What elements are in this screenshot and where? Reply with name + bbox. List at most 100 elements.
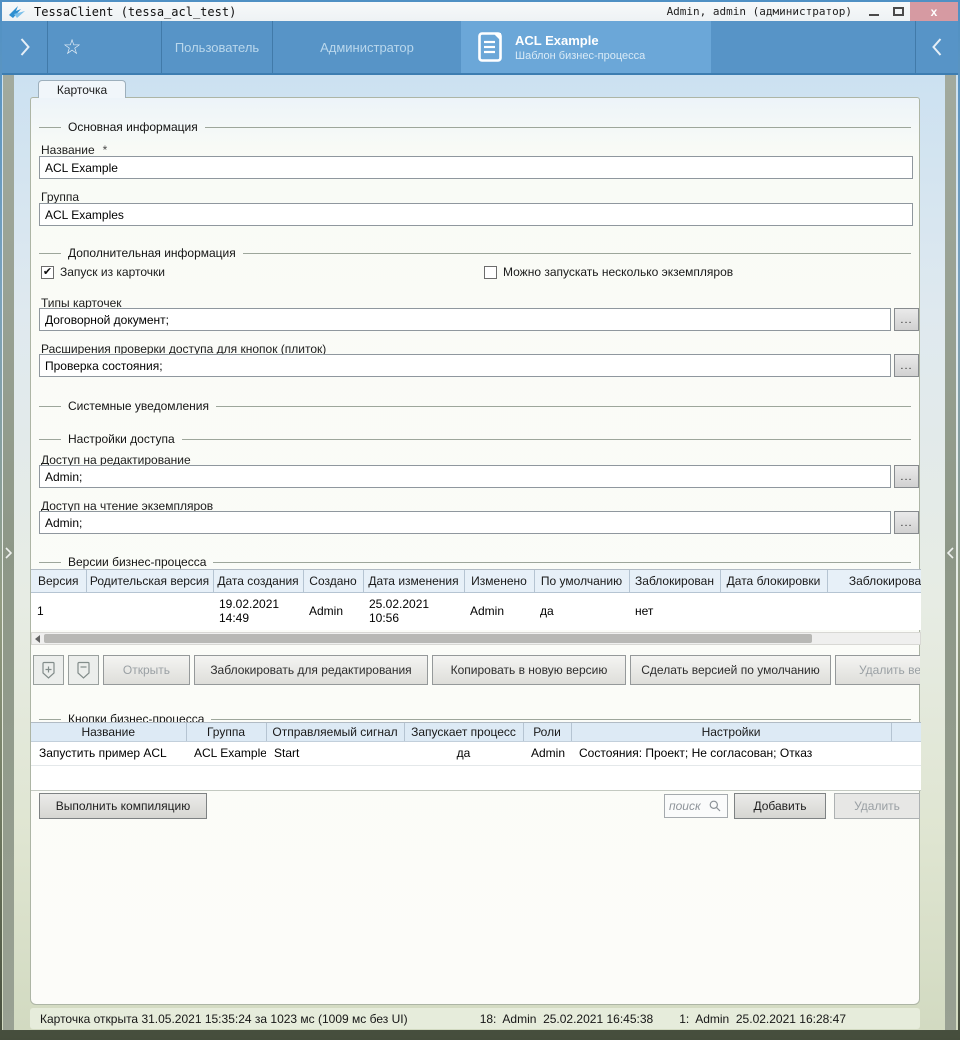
search-input[interactable]	[669, 799, 709, 813]
chevron-left-icon	[932, 38, 942, 56]
cell-roles[interactable]: Admin	[523, 741, 571, 765]
statusbar: Карточка открыта 31.05.2021 15:35:24 за …	[30, 1008, 920, 1029]
favorites-button[interactable]: ☆	[48, 21, 96, 73]
cell-modified-date[interactable]: 25.02.2021 10:56	[363, 592, 464, 630]
group-field-label: Группа	[41, 190, 79, 204]
chevron-left-icon	[947, 547, 954, 559]
close-button[interactable]: x	[910, 2, 958, 21]
read-access-input[interactable]: Admin;	[39, 511, 891, 534]
column-header[interactable]: Заблокирован	[629, 570, 720, 592]
cell-is-default[interactable]: да	[534, 592, 629, 630]
column-header[interactable]: Версия	[31, 570, 86, 592]
scroll-left-arrow[interactable]	[32, 635, 42, 643]
cell-starts-process[interactable]: да	[404, 741, 523, 765]
column-header[interactable]: Отправляемый сигнал	[266, 723, 404, 741]
cell-lock-date[interactable]	[720, 592, 827, 630]
minimize-button[interactable]	[862, 2, 886, 21]
section-main-info: Основная информация	[39, 120, 911, 134]
process-button-row[interactable]: Запустить пример ACL ACL Example Start д…	[31, 741, 921, 765]
cell-settings[interactable]: Состояния: Проект; Не согласован; Отказ	[571, 741, 891, 765]
card-types-input[interactable]: Договорной документ;	[39, 308, 891, 331]
launch-from-card-checkbox[interactable]: ✔ Запуск из карточки	[41, 265, 165, 279]
access-extensions-input[interactable]: Проверка состояния;	[39, 354, 891, 377]
versions-table: Версия Родительская версия Дата создания…	[31, 569, 921, 630]
column-header[interactable]: Название	[31, 723, 186, 741]
cell-locked-by[interactable]	[827, 592, 921, 630]
edit-access-ellipsis-button[interactable]: ...	[894, 465, 919, 488]
name-input[interactable]: ACL Example	[39, 156, 913, 179]
titlebar-user-info: Admin, admin (администратор)	[667, 5, 852, 18]
access-extensions-ellipsis-button[interactable]: ...	[894, 354, 919, 377]
tab-admin[interactable]: Администратор	[273, 21, 461, 73]
version-table-row[interactable]: 1 19.02.2021 14:49 Admin 25.02.2021 10:5…	[31, 592, 921, 630]
column-header[interactable]: Дата изменения	[363, 570, 464, 592]
copy-to-new-version-button[interactable]: Копировать в новую версию	[432, 655, 626, 685]
delete-version-button[interactable]: Удалить ве	[835, 655, 920, 685]
checkbox-label: Запуск из карточки	[60, 265, 165, 279]
compile-button[interactable]: Выполнить компиляцию	[39, 793, 207, 819]
cell-created-date[interactable]: 19.02.2021 14:49	[213, 592, 303, 630]
left-splitter[interactable]	[3, 75, 14, 1030]
nav-back-button[interactable]	[916, 21, 958, 73]
group-input[interactable]: ACL Examples	[39, 203, 913, 226]
cell-button-name[interactable]: Запустить пример ACL	[31, 741, 186, 765]
bottom-actions-row: Выполнить компиляцию Добавить Удалить	[31, 793, 921, 820]
maximize-button[interactable]	[886, 2, 910, 21]
process-buttons-table: Название Группа Отправляемый сигнал Запу…	[31, 722, 921, 791]
cell-modified-by[interactable]: Admin	[464, 592, 534, 630]
section-system-notifications: Системные уведомления	[39, 399, 911, 413]
minimize-icon	[869, 14, 879, 16]
titlebar: TessaClient (tessa_acl_test) Admin, admi…	[2, 2, 958, 21]
tab-user[interactable]: Пользователь	[162, 21, 272, 73]
star-icon: ☆	[63, 37, 82, 58]
chevron-right-icon	[5, 547, 12, 559]
checkbox-unchecked-icon	[484, 266, 497, 279]
tab-user-label: Пользователь	[175, 40, 259, 55]
column-header[interactable]: Группа	[186, 723, 266, 741]
column-header[interactable]: Заблокирован сот	[827, 570, 921, 592]
lock-for-edit-button[interactable]: Заблокировать для редактирования	[194, 655, 428, 685]
expand-rows-button[interactable]	[33, 655, 64, 685]
active-tab-text: ACL Example Шаблон бизнес-процесса	[515, 33, 645, 62]
cell-parent-version[interactable]	[86, 592, 213, 630]
collapse-rows-button[interactable]	[68, 655, 99, 685]
cell-button-group[interactable]: ACL Example	[186, 741, 266, 765]
status-open-info: Карточка открыта 31.05.2021 15:35:24 за …	[40, 1012, 408, 1026]
read-access-ellipsis-button[interactable]: ...	[894, 511, 919, 534]
chevron-right-icon	[20, 38, 30, 56]
column-header[interactable]: Запускает процесс	[404, 723, 523, 741]
version-actions-toolbar: Открыть Заблокировать для редактирования…	[33, 655, 920, 685]
cell-signal[interactable]: Start	[266, 741, 404, 765]
shield-plus-icon	[41, 661, 56, 680]
column-header[interactable]: По умолчанию	[534, 570, 629, 592]
status-entry-18: 18: Admin 25.02.2021 16:45:38	[480, 1012, 653, 1026]
column-header[interactable]: Дата блокировки	[720, 570, 827, 592]
horizontal-scrollbar[interactable]	[31, 632, 921, 645]
open-version-button[interactable]: Открыть	[103, 655, 190, 685]
tab-acl-example[interactable]: ACL Example Шаблон бизнес-процесса	[461, 21, 711, 73]
add-button[interactable]: Добавить	[734, 793, 826, 819]
card-types-ellipsis-button[interactable]: ...	[894, 308, 919, 331]
tab-card[interactable]: Карточка	[38, 80, 126, 98]
column-header[interactable]: Настройки	[571, 723, 891, 741]
search-box[interactable]	[664, 794, 728, 818]
section-access-settings: Настройки доступа	[39, 432, 911, 446]
column-header[interactable]: Роли	[523, 723, 571, 741]
active-tab-subtitle: Шаблон бизнес-процесса	[515, 50, 645, 62]
cell-created-by[interactable]: Admin	[303, 592, 363, 630]
column-header[interactable]: Изменено	[464, 570, 534, 592]
multiple-instances-checkbox[interactable]: Можно запускать несколько экземпляров	[484, 265, 733, 279]
cell-is-locked[interactable]: нет	[629, 592, 720, 630]
make-default-version-button[interactable]: Сделать версией по умолчанию	[630, 655, 831, 685]
delete-button[interactable]: Удалить	[834, 793, 920, 819]
scrollbar-thumb[interactable]	[44, 634, 812, 643]
column-header[interactable]: Родительская версия	[86, 570, 213, 592]
edit-access-input[interactable]: Admin;	[39, 465, 891, 488]
nav-forward-button[interactable]	[2, 21, 47, 73]
right-splitter[interactable]	[945, 75, 956, 1030]
cell-version[interactable]: 1	[31, 592, 86, 630]
navbar: ☆ Пользователь Администратор ACL Example…	[2, 21, 958, 73]
column-header[interactable]: Дата создания	[213, 570, 303, 592]
column-header[interactable]: Создано	[303, 570, 363, 592]
app-window: TessaClient (tessa_acl_test) Admin, admi…	[0, 0, 960, 1040]
